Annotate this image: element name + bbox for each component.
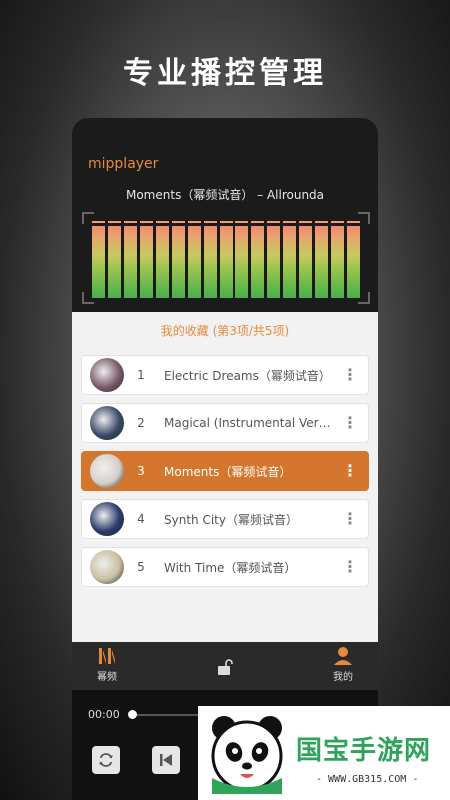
skip-previous-icon: [160, 754, 172, 766]
spectrum-bar: [299, 221, 313, 298]
more-options-icon[interactable]: ⋮: [338, 367, 362, 383]
app-brand: mipplayer: [88, 156, 159, 172]
spectrum-bar: [315, 221, 329, 298]
bottom-tabbar: 幂频 我的: [72, 642, 378, 690]
album-art: [90, 406, 124, 440]
unlock-icon[interactable]: [216, 658, 234, 680]
track-row[interactable]: 3 Moments（幂频试音） ⋮: [81, 451, 369, 491]
track-number: 2: [137, 416, 145, 430]
track-row[interactable]: 1 Electric Dreams（幂频试音） ⋮: [81, 355, 369, 395]
more-options-icon[interactable]: ⋮: [338, 559, 362, 575]
more-options-icon[interactable]: ⋮: [338, 415, 362, 431]
spectrum-bar: [331, 221, 345, 298]
spectrum-bar: [123, 221, 137, 298]
more-options-icon[interactable]: ⋮: [338, 463, 362, 479]
spectrum-bar: [283, 221, 297, 298]
spectrum-visualizer: [82, 212, 370, 304]
spectrum-bar: [171, 221, 185, 298]
watermark-badge: 国宝手游网 - WWW.GB315.COM -: [198, 706, 450, 800]
track-name: Electric Dreams（幂频试音）: [164, 368, 331, 383]
user-icon: [334, 647, 352, 665]
track-number: 4: [137, 512, 145, 526]
spectrum-bar: [203, 221, 217, 298]
panda-logo-icon: [211, 716, 283, 794]
spectrum-bar: [92, 221, 105, 298]
playlist-title: 我的收藏 (第3项/共5项): [160, 324, 290, 338]
track-name: With Time（幂频试音）: [164, 560, 297, 575]
page-headline: 专业播控管理: [123, 56, 327, 91]
elapsed-time: 00:00: [88, 708, 120, 721]
spectrum-bar: [155, 221, 169, 298]
more-options-icon[interactable]: ⋮: [338, 511, 362, 527]
spectrum-bar: [235, 221, 249, 298]
album-art: [90, 358, 124, 392]
track-name: Magical (Instrumental Version): [164, 416, 332, 430]
track-number: 1: [137, 368, 145, 382]
spectrum-bar: [139, 221, 153, 298]
progress-knob[interactable]: [128, 710, 137, 719]
playlist-panel: 我的收藏 (第3项/共5项) 1 Electric Dreams（幂频试音） ⋮ 2 M…: [72, 312, 378, 642]
album-art: [90, 454, 124, 488]
spectrum-bar: [219, 221, 233, 298]
tab-mipin[interactable]: 幂频: [77, 646, 137, 683]
track-row[interactable]: 4 Synth City（幂频试音） ⋮: [81, 499, 369, 539]
now-playing-title: Moments（幂频试音） – Allrounda: [125, 188, 325, 202]
track-row[interactable]: 2 Magical (Instrumental Version) ⋮: [81, 403, 369, 443]
track-name: Moments（幂频试音）: [164, 464, 292, 479]
track-row[interactable]: 5 With Time（幂频试音） ⋮: [81, 547, 369, 587]
album-art: [90, 502, 124, 536]
phone-screen: mipplayer Moments（幂频试音） – Allrounda 我的收藏…: [72, 118, 378, 800]
spectrum-bar: [251, 221, 265, 298]
tab-mine-label: 我的: [333, 672, 353, 683]
spectrum-bar: [347, 221, 360, 298]
track-number: 5: [137, 560, 145, 574]
spectrum-bar: [107, 221, 121, 298]
spectrum-bar: [187, 221, 201, 298]
watermark-url: - WWW.GB315.COM -: [316, 774, 419, 785]
previous-button[interactable]: [152, 746, 180, 774]
tab-mipin-label: 幂频: [97, 672, 117, 683]
repeat-button[interactable]: [92, 746, 120, 774]
tab-mine[interactable]: 我的: [313, 646, 373, 683]
watermark-text: 国宝手游网: [296, 736, 432, 766]
track-number: 3: [137, 464, 145, 478]
mipin-logo-icon: [99, 648, 115, 664]
album-art: [90, 550, 124, 584]
repeat-icon: [99, 753, 113, 767]
track-name: Synth City（幂频试音）: [164, 512, 298, 527]
spectrum-bars: [92, 220, 360, 298]
spectrum-bar: [267, 221, 281, 298]
track-list: 1 Electric Dreams（幂频试音） ⋮ 2 Magical (Instrum…: [72, 355, 378, 587]
